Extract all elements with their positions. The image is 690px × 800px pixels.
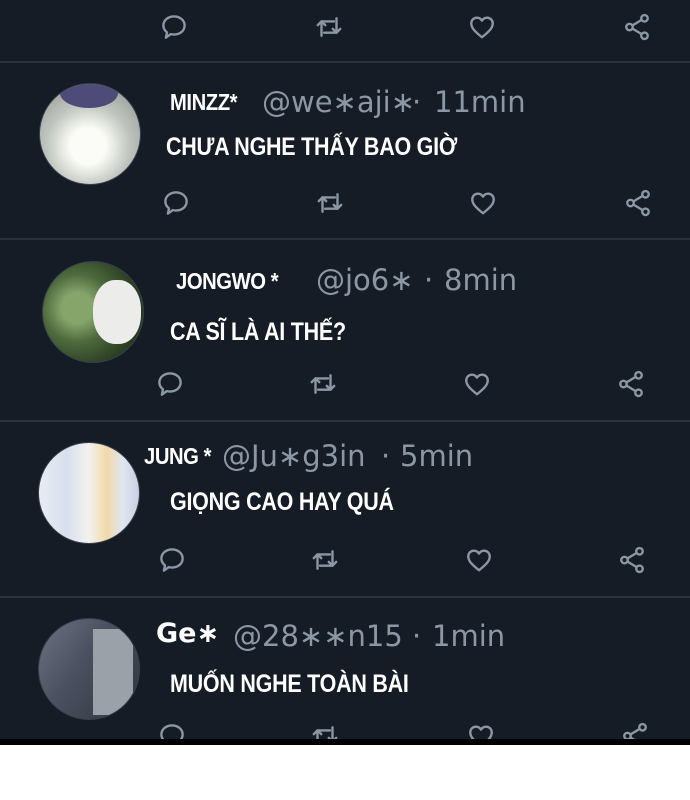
like-icon[interactable] <box>468 188 498 218</box>
timestamp[interactable]: 5min <box>400 439 473 473</box>
share-icon[interactable] <box>622 12 652 42</box>
avatar[interactable] <box>42 261 144 363</box>
display-name[interactable]: MINZZ* <box>170 89 238 116</box>
like-icon[interactable] <box>462 369 492 399</box>
display-name[interactable]: JUNG * <box>144 443 212 470</box>
reply-icon[interactable] <box>159 12 189 42</box>
feed-bottom-edge <box>0 739 690 745</box>
avatar[interactable] <box>38 618 140 720</box>
retweet-icon[interactable] <box>314 12 344 42</box>
retweet-icon[interactable] <box>310 545 340 575</box>
like-icon[interactable] <box>464 545 494 575</box>
user-handle[interactable]: @we∗aji∗ <box>262 85 415 119</box>
reply-icon[interactable] <box>161 188 191 218</box>
separator-dot: · <box>412 85 422 119</box>
separator-dot: · <box>381 439 391 473</box>
user-handle[interactable]: @Ju∗g3in <box>222 439 366 473</box>
display-name[interactable]: JONGWO * <box>176 268 279 295</box>
avatar[interactable] <box>39 83 141 185</box>
share-icon[interactable] <box>616 369 646 399</box>
divider <box>0 61 690 63</box>
separator-dot: · <box>412 619 422 653</box>
share-icon[interactable] <box>623 188 653 218</box>
comment-text: CHƯA NGHE THẤY BAO GIỜ <box>166 133 457 161</box>
display-name[interactable]: Ge∗ <box>156 618 219 649</box>
like-icon[interactable] <box>467 12 497 42</box>
timestamp[interactable]: 8min <box>444 263 517 297</box>
timestamp[interactable]: 1min <box>432 619 505 653</box>
retweet-icon[interactable] <box>315 188 345 218</box>
user-handle[interactable]: @28∗∗n15 <box>233 619 403 653</box>
divider <box>0 596 690 598</box>
user-handle[interactable]: @jo6∗ <box>316 263 414 297</box>
reply-icon[interactable] <box>155 369 185 399</box>
comment-text: GIỌNG CAO HAY QUÁ <box>170 488 394 516</box>
reply-icon[interactable] <box>157 545 187 575</box>
retweet-icon[interactable] <box>308 369 338 399</box>
divider <box>0 238 690 240</box>
comment-text: MUỐN NGHE TOÀN BÀI <box>170 670 409 698</box>
comment-text: CA SĨ LÀ AI THẾ? <box>170 318 346 346</box>
share-icon[interactable] <box>617 545 647 575</box>
avatar[interactable] <box>38 442 140 544</box>
separator-dot: · <box>424 263 434 297</box>
divider <box>0 420 690 422</box>
timestamp[interactable]: 11min <box>434 85 526 119</box>
comment-feed[interactable]: MINZZ* @we∗aji∗ · 11min CHƯA NGHE THẤY B… <box>0 0 690 745</box>
